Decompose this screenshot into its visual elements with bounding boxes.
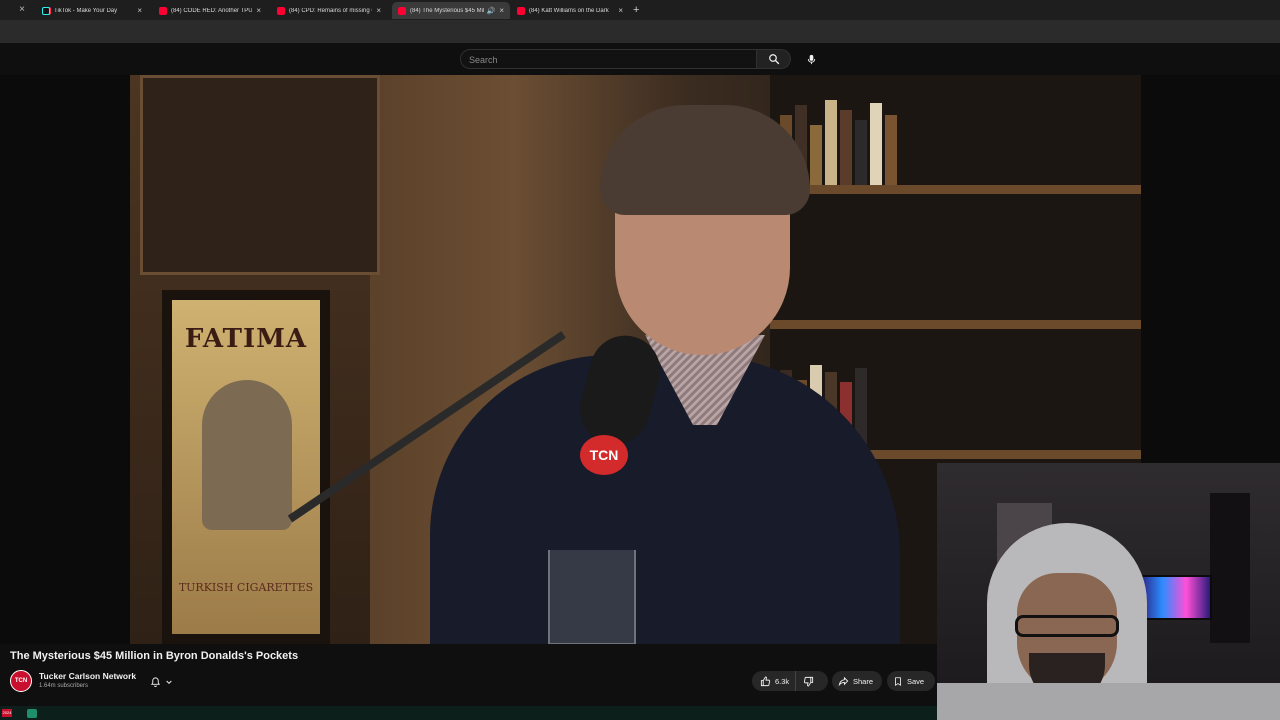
like-count: 6.3k: [775, 676, 790, 686]
tab-close-icon[interactable]: ×: [618, 6, 623, 15]
share-label: Share: [853, 676, 874, 686]
tab-title: (84) The Mysterious $45 Mil: [410, 7, 484, 14]
chevron-down-icon: [166, 680, 172, 685]
like-dislike-group: 6.3k: [752, 671, 828, 691]
bell-icon: [150, 677, 161, 688]
search-button[interactable]: [757, 49, 791, 69]
tab-mysterious-45-million[interactable]: (84) The Mysterious $45 Mil 🔊 ×: [392, 2, 510, 19]
poster-subtitle: TURKISH CIGARETTES: [178, 581, 314, 594]
speaker-icon[interactable]: 🔊: [487, 7, 496, 15]
streamer-shirt: [937, 683, 1280, 720]
new-tab-button[interactable]: +: [633, 3, 639, 17]
streamer-glasses: [1015, 615, 1119, 637]
youtube-masthead: [0, 44, 1280, 75]
thumbs-down-icon: [804, 676, 814, 687]
youtube-icon: [277, 6, 285, 15]
water-glass: [548, 550, 636, 644]
tab-close-icon[interactable]: ×: [16, 3, 28, 17]
search-icon: [768, 54, 779, 65]
youtube-icon: [398, 6, 406, 15]
vintage-poster: FATIMA TURKISH CIGARETTES: [162, 290, 330, 644]
app-icon[interactable]: [27, 709, 37, 718]
tab-title: TikTok - Make Your Day: [54, 7, 118, 14]
tab-tiktok[interactable]: TikTok - Make Your Day ×: [36, 2, 148, 19]
tab-code-red[interactable]: (84) CODE RED: Another TPUSA ×: [153, 2, 267, 19]
notification-bell-button[interactable]: [150, 674, 182, 690]
share-icon: [838, 676, 849, 686]
tab-title: (84) Katt Williams on the Dark: [529, 7, 609, 14]
subscriber-count: 1.64m subscribers: [39, 683, 89, 689]
tab-katt-williams[interactable]: (84) Katt Williams on the Dark ×: [511, 2, 629, 19]
tab-cpd[interactable]: (84) CPD: Remains of missing C ×: [271, 2, 387, 19]
tab-close-icon[interactable]: ×: [137, 6, 142, 15]
youtube-icon: [517, 6, 525, 15]
browser-tab-strip: × TikTok - Make Your Day × (84) CODE RED…: [0, 0, 1280, 20]
thumbs-up-icon: [760, 675, 771, 686]
book-row: [780, 95, 1130, 185]
tab-close-icon[interactable]: ×: [256, 6, 261, 15]
voice-search-button[interactable]: [799, 48, 823, 70]
channel-name[interactable]: Tucker Carlson Network: [39, 671, 136, 681]
search-input[interactable]: [461, 51, 756, 69]
save-label: Save: [907, 676, 925, 686]
save-button[interactable]: Save: [887, 671, 935, 691]
video-title: The Mysterious $45 Million in Byron Dona…: [10, 650, 299, 662]
cam-neon-screen: [1137, 575, 1212, 620]
bookmark-icon: [895, 676, 901, 686]
search-box: [460, 49, 757, 69]
cam-shelf: [1210, 493, 1250, 643]
tab-close-icon[interactable]: ×: [499, 6, 504, 15]
tab-close-icon[interactable]: ×: [376, 6, 381, 15]
tab-title: (84) CODE RED: Another TPUSA: [171, 7, 253, 14]
dislike-button[interactable]: [796, 671, 821, 691]
shelf-plank: [770, 320, 1141, 329]
webcam-overlay: [937, 463, 1280, 720]
tcn-mic-badge: TCN: [580, 435, 628, 475]
bottom-strip: 2024: [0, 706, 937, 720]
mic-icon: [807, 54, 815, 64]
badge-icon[interactable]: 2024: [2, 709, 12, 717]
shelf-plank: [770, 185, 1141, 194]
share-button[interactable]: Share: [832, 671, 882, 691]
poster-figure: [202, 380, 292, 530]
channel-avatar[interactable]: TCN: [10, 670, 32, 692]
like-button[interactable]: 6.3k: [752, 671, 797, 691]
tiktok-icon: [42, 6, 50, 15]
browser-toolbar: [0, 20, 1280, 43]
poster-title: FATIMA: [184, 324, 308, 354]
tab-title: (84) CPD: Remains of missing C: [289, 7, 373, 14]
picture-frame: [140, 75, 380, 275]
youtube-icon: [159, 6, 167, 15]
